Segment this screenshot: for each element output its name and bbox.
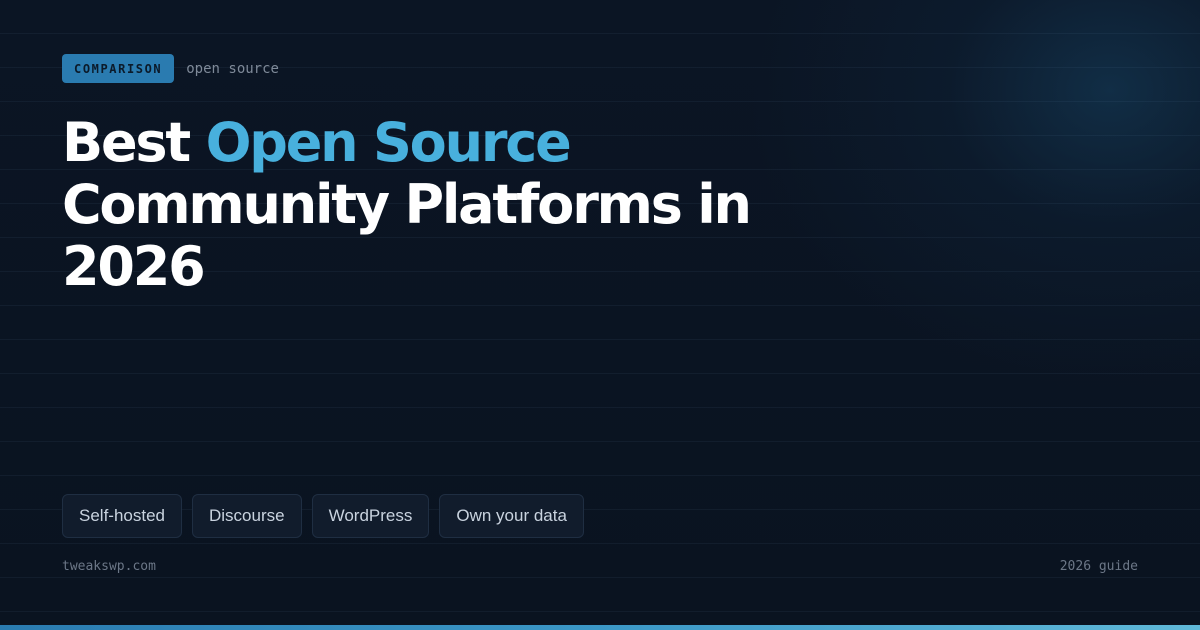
accent-bar (0, 625, 1200, 630)
title-accent: Open Source (205, 111, 572, 174)
page-title: Best Open Source Community Platforms in … (62, 112, 822, 298)
tag-wordpress: WordPress (311, 494, 430, 538)
tag-list: Self-hosted Discourse WordPress Own your… (62, 494, 584, 538)
guide-year-note: 2026 guide (1059, 559, 1138, 574)
site-domain: tweakswp.com (62, 559, 156, 574)
title-lead: Best (62, 111, 191, 174)
eyebrow: COMPARISON open source (62, 54, 279, 83)
category-badge: COMPARISON (62, 54, 175, 83)
title-rest: Community Platforms in 2026 (62, 173, 752, 298)
tag-own-your-data: Own your data (439, 494, 584, 538)
hero-card: COMPARISON open source Best Open Source … (0, 0, 1200, 630)
tag-self-hosted: Self-hosted (62, 494, 182, 538)
tag-discourse: Discourse (192, 494, 302, 538)
category-label: open source (186, 60, 279, 77)
